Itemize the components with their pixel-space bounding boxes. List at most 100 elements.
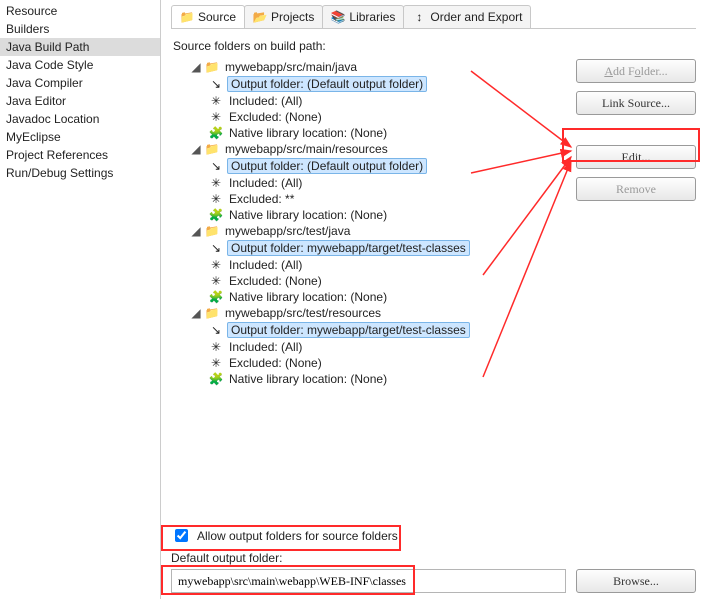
output-folder-row[interactable]: ↘ Output folder: mywebapp/target/test-cla…: [207, 239, 568, 257]
package-folder-icon: 📁: [205, 306, 219, 320]
nav-java-editor[interactable]: Java Editor: [0, 92, 160, 110]
output-folder-row[interactable]: ↘ Output folder: (Default output folder): [207, 157, 568, 175]
folder-path: mywebapp/src/main/java: [223, 60, 359, 74]
expander-icon[interactable]: ◢: [191, 224, 201, 238]
include-icon: ✳: [209, 176, 223, 190]
tab-label: Libraries: [349, 10, 395, 24]
nav-java-compiler[interactable]: Java Compiler: [0, 74, 160, 92]
excluded-label: Excluded: **: [227, 192, 296, 206]
nav-project-references[interactable]: Project References: [0, 146, 160, 164]
included-label: Included: (All): [227, 94, 304, 108]
excluded-label: Excluded: (None): [227, 356, 324, 370]
included-row[interactable]: ✳ Included: (All): [207, 339, 568, 355]
expander-icon[interactable]: ◢: [191, 306, 201, 320]
native-icon: 🧩: [209, 126, 223, 140]
included-label: Included: (All): [227, 176, 304, 190]
output-icon: ↘: [209, 159, 223, 173]
output-folder-row[interactable]: ↘Output folder: mywebapp/target/test-cla…: [207, 321, 568, 339]
native-label: Native library location: (None): [227, 290, 389, 304]
allow-output-label[interactable]: Allow output folders for source folders: [197, 529, 398, 543]
main-panel: 📁 Source 📂 Projects 📚 Libraries ↕ Order …: [161, 0, 702, 599]
btn-label: Add Folder...: [604, 64, 667, 78]
native-icon: 🧩: [209, 290, 223, 304]
folder-path: mywebapp/src/main/resources: [223, 142, 390, 156]
edit-button[interactable]: Edit...: [576, 145, 696, 169]
package-folder-icon: 📁: [205, 142, 219, 156]
output-folder-label: Output folder: (Default output folder): [227, 76, 427, 92]
libraries-icon: 📚: [331, 10, 345, 24]
source-folder[interactable]: ◢ 📁 mywebapp/src/test/java: [189, 223, 568, 239]
output-folder-label: Output folder: mywebapp/target/test-clas…: [227, 240, 470, 256]
output-folder-row[interactable]: ↘ Output folder: (Default output folder): [207, 75, 568, 93]
tab-label: Order and Export: [430, 10, 522, 24]
exclude-icon: ✳: [209, 356, 223, 370]
tab-libraries[interactable]: 📚 Libraries: [322, 5, 404, 28]
allow-output-checkbox[interactable]: [175, 529, 188, 542]
left-nav: Resource Builders Java Build Path Java C…: [0, 0, 161, 599]
default-output-label: Default output folder:: [171, 551, 696, 565]
nav-myeclipse[interactable]: MyEclipse: [0, 128, 160, 146]
excluded-row[interactable]: ✳Excluded: (None): [207, 273, 568, 289]
included-row[interactable]: ✳ Included: (All): [207, 175, 568, 191]
remove-button[interactable]: Remove: [576, 177, 696, 201]
nav-java-code-style[interactable]: Java Code Style: [0, 56, 160, 74]
link-source-button[interactable]: Link Source...: [576, 91, 696, 115]
nav-run-debug-settings[interactable]: Run/Debug Settings: [0, 164, 160, 182]
expander-icon[interactable]: ◢: [191, 142, 201, 156]
nav-builders[interactable]: Builders: [0, 20, 160, 38]
exclude-icon: ✳: [209, 192, 223, 206]
tab-label: Source: [198, 10, 236, 24]
default-output-input[interactable]: [171, 569, 566, 593]
package-folder-icon: 📁: [205, 60, 219, 74]
included-label: Included: (All): [227, 258, 304, 272]
excluded-row[interactable]: ✳ Excluded: **: [207, 191, 568, 207]
native-label: Native library location: (None): [227, 208, 389, 222]
native-label: Native library location: (None): [227, 126, 389, 140]
folder-path: mywebapp/src/test/java: [223, 224, 352, 238]
excluded-row[interactable]: ✳ Excluded: (None): [207, 109, 568, 125]
package-folder-icon: 📁: [205, 224, 219, 238]
exclude-icon: ✳: [209, 110, 223, 124]
source-tree[interactable]: ◢ 📁 mywebapp/src/main/java ↘ Output fold…: [171, 59, 568, 387]
order-icon: ↕: [412, 10, 426, 24]
native-icon: 🧩: [209, 208, 223, 222]
native-row[interactable]: 🧩 Native library location: (None): [207, 207, 568, 223]
projects-icon: 📂: [253, 10, 267, 24]
source-folders-caption: Source folders on build path:: [173, 39, 696, 53]
source-folder[interactable]: ◢ 📁 mywebapp/src/test/resources: [189, 305, 568, 321]
nav-javadoc-location[interactable]: Javadoc Location: [0, 110, 160, 128]
excluded-label: Excluded: (None): [227, 274, 324, 288]
package-icon: 📁: [180, 10, 194, 24]
side-buttons: Add Folder... Link Source... Edit... Rem…: [576, 59, 696, 201]
output-icon: ↘: [209, 77, 223, 91]
native-row[interactable]: 🧩 Native library location: (None): [207, 371, 568, 387]
native-icon: 🧩: [209, 372, 223, 386]
native-row[interactable]: 🧩 Native library location: (None): [207, 289, 568, 305]
tab-projects[interactable]: 📂 Projects: [244, 5, 323, 28]
add-folder-button[interactable]: Add Folder...: [576, 59, 696, 83]
output-icon: ↘: [209, 241, 223, 255]
source-folder[interactable]: ◢ 📁 mywebapp/src/main/java: [189, 59, 568, 75]
source-folder[interactable]: ◢ 📁 mywebapp/src/main/resources: [189, 141, 568, 157]
tab-bar: 📁 Source 📂 Projects 📚 Libraries ↕ Order …: [171, 4, 696, 29]
expander-icon[interactable]: ◢: [191, 60, 201, 74]
native-row[interactable]: 🧩 Native library location: (None): [207, 125, 568, 141]
include-icon: ✳: [209, 340, 223, 354]
include-icon: ✳: [209, 258, 223, 272]
nav-java-build-path[interactable]: Java Build Path: [0, 38, 160, 56]
tab-order-export[interactable]: ↕ Order and Export: [403, 5, 531, 28]
include-icon: ✳: [209, 94, 223, 108]
output-folder-label: Output folder: mywebapp/target/test-clas…: [227, 322, 470, 338]
excluded-label: Excluded: (None): [227, 110, 324, 124]
excluded-row[interactable]: ✳ Excluded: (None): [207, 355, 568, 371]
included-row[interactable]: ✳ Included: (All): [207, 93, 568, 109]
nav-resource[interactable]: Resource: [0, 2, 160, 20]
output-folder-label: Output folder: (Default output folder): [227, 158, 427, 174]
folder-path: mywebapp/src/test/resources: [223, 306, 383, 320]
included-label: Included: (All): [227, 340, 304, 354]
tab-source[interactable]: 📁 Source: [171, 5, 245, 28]
native-label: Native library location: (None): [227, 372, 389, 386]
browse-button[interactable]: Browse...: [576, 569, 696, 593]
tab-label: Projects: [271, 10, 314, 24]
included-row[interactable]: ✳ Included: (All): [207, 257, 568, 273]
